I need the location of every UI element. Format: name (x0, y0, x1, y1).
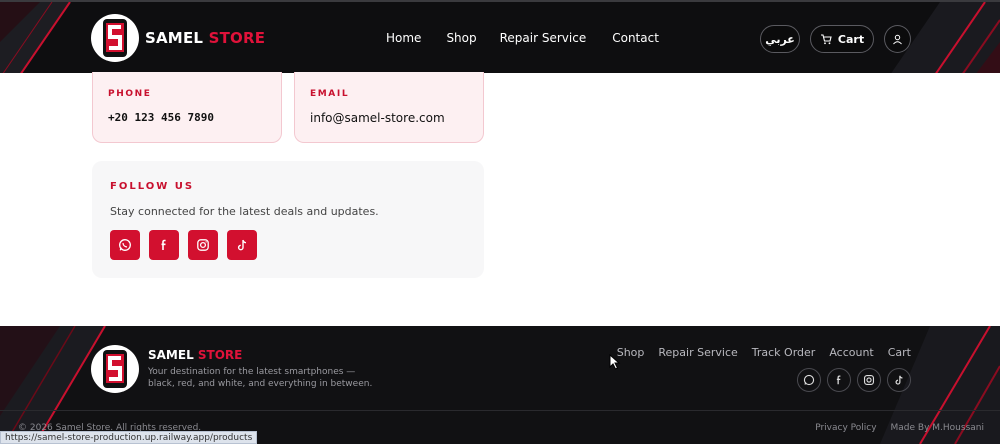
footer-brand-main: SAMEL (148, 348, 194, 362)
phone-logo-icon (91, 14, 139, 62)
made-by-credit: Made By M.Houssani (890, 423, 984, 433)
email-card: EMAIL info@samel-store.com (294, 72, 484, 143)
email-value: info@samel-store.com (310, 111, 445, 125)
status-bar-url: https://samel-store-production.up.railwa… (0, 431, 258, 444)
follow-us-card: FOLLOW US Stay connected for the latest … (92, 161, 484, 278)
footer-brand-accent: STORE (197, 348, 243, 362)
footer-brand: SAMEL STORE (148, 348, 242, 362)
site-header: SAMEL STORE Home Shop Repair Service Con… (0, 0, 1000, 73)
brand-accent: STORE (208, 29, 266, 47)
facebook-button[interactable] (149, 230, 179, 260)
footer-link-repair-service[interactable]: Repair Service (658, 346, 737, 359)
phone-value: +20 123 456 7890 (108, 111, 214, 124)
site-footer: SAMEL STORE Your destination for the lat… (0, 326, 1000, 444)
footer-link-account[interactable]: Account (829, 346, 873, 359)
header-logo[interactable]: SAMEL STORE (91, 14, 265, 62)
main-nav: Home Shop Repair Service Contact (386, 31, 659, 45)
footer-tiktok-button[interactable] (887, 368, 911, 392)
footer-tagline: Your destination for the latest smartpho… (148, 367, 373, 389)
cart-label: Cart (837, 32, 865, 46)
follow-description: Stay connected for the latest deals and … (110, 205, 379, 218)
footer-bottom-links: Privacy Policy Made By M.Houssani (815, 423, 984, 433)
header-actions: عربي Cart (760, 25, 911, 53)
instagram-icon (863, 374, 875, 386)
privacy-policy-link[interactable]: Privacy Policy (815, 423, 876, 433)
footer-divider (0, 410, 1000, 411)
nav-shop[interactable]: Shop (446, 31, 476, 45)
footer-social (797, 368, 911, 392)
footer-whatsapp-button[interactable] (797, 368, 821, 392)
whatsapp-icon (803, 374, 815, 386)
facebook-icon (161, 239, 166, 250)
nav-home[interactable]: Home (386, 31, 421, 45)
user-icon (893, 34, 902, 44)
account-button[interactable] (884, 25, 911, 53)
language-toggle-button[interactable]: عربي (760, 25, 800, 53)
instagram-icon (197, 239, 209, 251)
cart-icon (820, 34, 832, 45)
page: SAMEL STORE Home Shop Repair Service Con… (0, 0, 1000, 444)
phone-label: PHONE (108, 89, 152, 99)
tiktok-button[interactable] (227, 230, 257, 260)
language-label: عربي (765, 32, 795, 46)
footer-logo-icon[interactable] (91, 345, 139, 393)
footer-links: Shop Repair Service Track Order Account … (617, 346, 911, 359)
tiktok-icon (895, 375, 903, 385)
follow-title: FOLLOW US (110, 181, 195, 192)
nav-contact[interactable]: Contact (612, 31, 659, 45)
nav-repair-service[interactable]: Repair Service (500, 31, 587, 45)
footer-instagram-button[interactable] (857, 368, 881, 392)
tiktok-icon (237, 239, 247, 251)
email-label: EMAIL (310, 89, 350, 99)
footer-link-cart[interactable]: Cart (888, 346, 911, 359)
instagram-button[interactable] (188, 230, 218, 260)
facebook-icon (836, 375, 841, 385)
phone-card: PHONE +20 123 456 7890 (92, 72, 282, 143)
mouse-cursor-icon (609, 354, 621, 370)
brand-main: SAMEL (145, 29, 204, 47)
cart-button[interactable]: Cart (810, 25, 874, 53)
whatsapp-button[interactable] (110, 230, 140, 260)
whatsapp-icon (119, 239, 131, 251)
footer-link-track-order[interactable]: Track Order (752, 346, 816, 359)
footer-facebook-button[interactable] (827, 368, 851, 392)
header-brand: SAMEL STORE (145, 29, 265, 47)
social-buttons (110, 230, 257, 260)
